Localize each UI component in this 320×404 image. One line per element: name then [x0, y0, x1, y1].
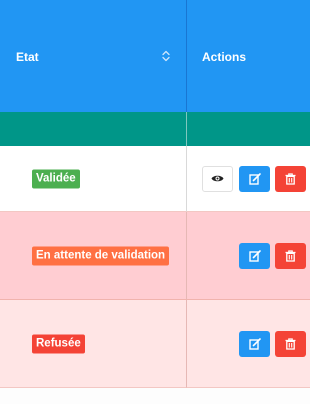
column-header-etat-label: Etat [16, 50, 39, 64]
edit-icon [248, 249, 261, 262]
table-row-actions-cell [187, 212, 310, 300]
table-row-actions-cell [187, 146, 310, 212]
trash-icon [285, 172, 296, 185]
status-badge: Refusée [32, 334, 85, 353]
requests-table: Etat Actions Validée En attente de valid… [0, 0, 310, 404]
table-row-status-cell: En attente de validation [0, 212, 187, 300]
delete-button[interactable] [275, 330, 306, 357]
edit-button[interactable] [239, 330, 270, 357]
edit-button[interactable] [239, 165, 270, 192]
column-header-actions-label: Actions [202, 50, 247, 64]
status-badge: Validée [32, 169, 80, 188]
edit-icon [248, 172, 261, 185]
column-header-actions: Actions [187, 0, 310, 112]
filter-band-etat [0, 112, 187, 146]
table-row-status-cell: Validée [0, 146, 187, 212]
edit-button[interactable] [239, 242, 270, 269]
delete-button[interactable] [275, 242, 306, 269]
trash-icon [285, 337, 296, 350]
status-badge: En attente de validation [32, 246, 170, 265]
edit-icon [248, 337, 261, 350]
column-header-etat[interactable]: Etat [0, 0, 187, 112]
eye-icon [211, 175, 224, 182]
filter-band-actions [187, 112, 310, 146]
trash-icon [285, 249, 296, 262]
sort-icon[interactable] [160, 49, 172, 63]
delete-button[interactable] [275, 165, 306, 192]
table-footer-space [0, 388, 310, 404]
table-row-status-cell: Refusée [0, 300, 187, 388]
view-button[interactable] [202, 165, 233, 192]
table-row-actions-cell [187, 300, 310, 388]
